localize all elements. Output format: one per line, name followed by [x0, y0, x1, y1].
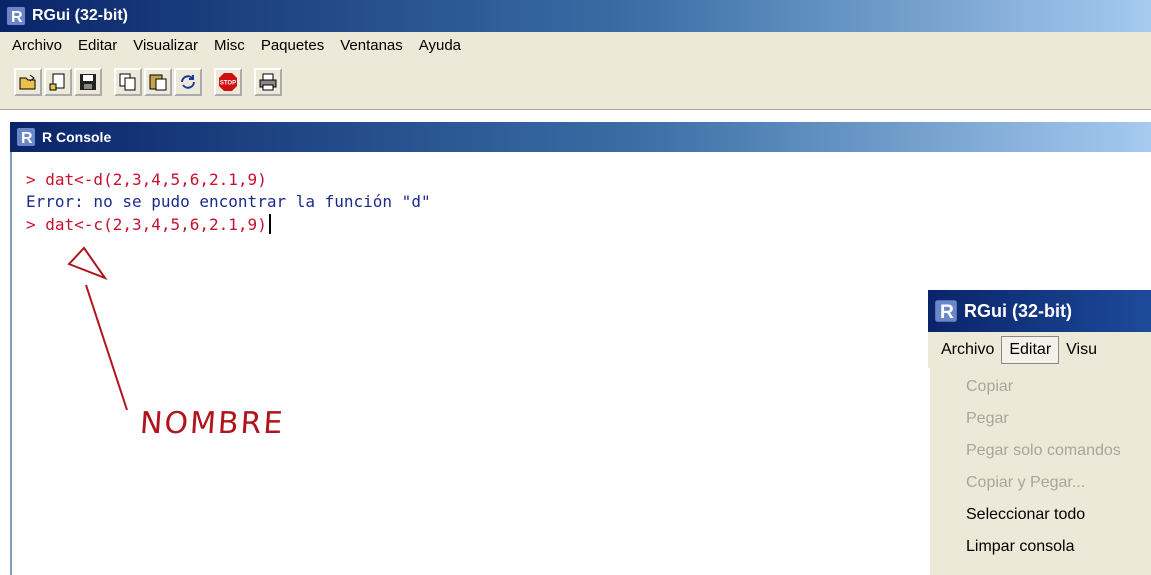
console-line: > dat<-c(2,3,4,5,6,2.1,9) [26, 214, 271, 234]
window-title: RGui (32-bit) [32, 7, 128, 24]
console-title: R Console [42, 129, 112, 145]
menu-archivo[interactable]: Archivo [4, 32, 70, 60]
menu-item-seleccionar-todo[interactable]: Seleccionar todo [966, 506, 1085, 524]
menu-item-copiar-y-pegar[interactable]: Copiar y Pegar... [966, 474, 1085, 492]
r-logo-icon: R [6, 6, 26, 26]
menu-bar: Archivo Editar Visualizar Misc Paquetes … [0, 32, 1151, 60]
stop-button[interactable]: STOP [214, 68, 242, 96]
main-title-bar: R RGui (32-bit) [0, 0, 1151, 32]
refresh-icon [181, 75, 195, 89]
menu-item-pegar[interactable]: Pegar [966, 410, 1009, 428]
svg-text:R: R [21, 130, 33, 147]
menu-misc[interactable]: Misc [206, 32, 253, 60]
stop-icon: STOP [219, 73, 237, 91]
open-script-icon [19, 74, 36, 90]
menu-ventanas[interactable]: Ventanas [332, 32, 411, 60]
menu-editar[interactable]: Editar [70, 32, 125, 60]
menu-ayuda[interactable]: Ayuda [411, 32, 469, 60]
svg-text:R: R [940, 302, 954, 323]
console-prompt: > [26, 215, 46, 234]
console-command: dat<-c(2,3,4,5,6,2.1,9) [45, 215, 267, 234]
menu-item-copiar[interactable]: Copiar [966, 378, 1013, 396]
console-command: dat<-d(2,3,4,5,6,2.1,9) [45, 170, 267, 189]
menu-item-pegar-solo-comandos[interactable]: Pegar solo comandos [966, 442, 1121, 460]
editar-dropdown-menu: Copiar Pegar Pegar solo comandos Copiar … [928, 368, 1151, 575]
paste-icon [149, 74, 167, 91]
inset-menu-editar[interactable]: Editar [1001, 336, 1060, 364]
paste-button[interactable] [144, 68, 172, 96]
inset-title-bar: R RGui (32-bit) [928, 290, 1151, 332]
svg-text:R: R [11, 9, 23, 26]
inset-menu-archivo[interactable]: Archivo [934, 336, 1001, 364]
console-error-text: Error: no se pudo encontrar la función "… [26, 192, 431, 211]
console-title-bar: R R Console [10, 122, 1151, 152]
console-prompt: > [26, 170, 46, 189]
toolbar: STOP [0, 60, 1151, 110]
inset-menu-bar: Archivo Editar Visu [928, 332, 1151, 368]
menu-paquetes[interactable]: Paquetes [253, 32, 332, 60]
console-line: > dat<-d(2,3,4,5,6,2.1,9) [26, 170, 267, 189]
load-workspace-button[interactable] [44, 68, 72, 96]
print-icon [259, 73, 277, 91]
r-logo-icon: R [16, 127, 36, 147]
copy-icon [119, 73, 136, 91]
menu-item-limpar-consola[interactable]: Limpar consola [966, 538, 1075, 556]
annotation-label: NOMBRE [138, 406, 286, 441]
save-button[interactable] [74, 68, 102, 96]
refresh-button[interactable] [174, 68, 202, 96]
menu-visualizar[interactable]: Visualizar [125, 32, 206, 60]
inset-window-title: RGui (32-bit) [964, 300, 1072, 321]
text-cursor [268, 214, 271, 234]
open-script-button[interactable] [14, 68, 42, 96]
inset-menu-visualizar[interactable]: Visu [1059, 336, 1104, 364]
save-icon [80, 74, 96, 90]
svg-text:STOP: STOP [220, 81, 236, 87]
r-logo-icon: R [934, 299, 958, 323]
copy-button[interactable] [114, 68, 142, 96]
print-button[interactable] [254, 68, 282, 96]
load-workspace-icon [49, 73, 65, 91]
console-error-line: Error: no se pudo encontrar la función "… [26, 192, 431, 211]
inset-screenshot: R RGui (32-bit) Archivo Editar Visu Copi… [928, 290, 1151, 575]
